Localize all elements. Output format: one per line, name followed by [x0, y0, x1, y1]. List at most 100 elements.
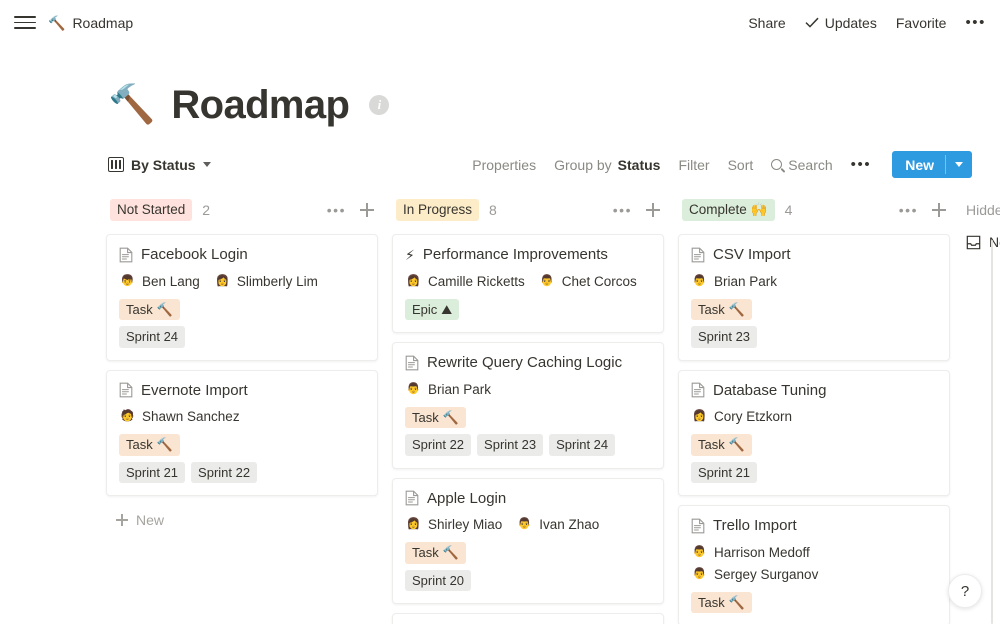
type-tag[interactable]: Task 🔨 [405, 406, 466, 429]
favorite-button[interactable]: Favorite [896, 15, 947, 31]
hamburger-line [14, 16, 36, 18]
hammer-icon[interactable]: 🔨 [108, 86, 155, 124]
type-tag[interactable]: Task 🔨 [691, 591, 752, 614]
board-card[interactable] [392, 613, 664, 624]
card-title: Rewrite Query Caching Logic [427, 354, 623, 372]
hidden-column-item[interactable]: No Status [964, 234, 1000, 250]
assignee[interactable]: 👨 Brian Park [691, 272, 777, 290]
status-label: Not Started [117, 201, 186, 217]
status-badge[interactable]: In Progress [396, 198, 480, 222]
breadcrumb[interactable]: 🔨 Roadmap [48, 15, 133, 31]
assignee[interactable]: 👨 Sergey Surganov [691, 565, 818, 583]
board-card[interactable]: Trello Import 👨 Harrison Medoff 👨 Sergey Sur… [678, 505, 950, 624]
assignee[interactable]: 🧑 Shawn Sanchez [119, 408, 240, 426]
help-button[interactable]: ? [948, 574, 982, 608]
document-icon [691, 247, 705, 263]
sprint-tag[interactable]: Sprint 24 [119, 326, 186, 348]
sort-button[interactable]: Sort [728, 157, 754, 173]
column-add-card-icon[interactable] [360, 203, 374, 217]
assignee-name: Ivan Zhao [539, 517, 600, 533]
card-title: Facebook Login [141, 246, 248, 263]
avatar: 👨 [691, 543, 708, 561]
sprint-tag[interactable]: Sprint 22 [191, 461, 258, 484]
document-icon [691, 518, 705, 534]
type-tag-emoji: ⛰ [441, 301, 453, 317]
sprint-tag[interactable]: Sprint 23 [691, 326, 758, 348]
column-more-options-icon[interactable]: ••• [327, 202, 346, 218]
vertical-scrollbar[interactable] [991, 240, 993, 624]
assignee[interactable]: 👩 Shirley Miao [405, 516, 503, 534]
type-tag[interactable]: Epic ⛰ [405, 298, 460, 321]
board-card[interactable]: CSV Import 👨 Brian Park Task 🔨 Sprint 23 [678, 234, 950, 361]
hamburger-menu-icon[interactable] [14, 12, 36, 34]
share-button[interactable]: Share [748, 15, 785, 31]
column-count: 4 [784, 202, 793, 218]
assignee[interactable]: 👨 Brian Park [405, 380, 491, 398]
assignee[interactable]: 👦 Ben Lang [119, 272, 200, 290]
card-title: Apple Login [427, 489, 507, 507]
board-card[interactable]: Facebook Login 👦 Ben Lang 👩 Slimberly Lim Tas… [106, 234, 378, 361]
add-new-card-button[interactable]: New [106, 505, 378, 528]
view-more-options-icon[interactable]: ••• [851, 157, 872, 172]
type-tag[interactable]: Task 🔨 [119, 298, 180, 321]
sprint-tag[interactable]: Sprint 20 [405, 569, 472, 592]
sprint-tag[interactable]: Sprint 21 [119, 461, 186, 484]
assignee[interactable]: 👨 Chet Corcos [538, 272, 637, 290]
column-add-card-icon[interactable] [932, 203, 946, 217]
assignee[interactable]: 👩 Cory Etzkorn [691, 408, 792, 426]
column-actions: ••• [613, 202, 660, 218]
card-type-tags: Task 🔨 [691, 298, 937, 321]
card-assignees: 👨 Harrison Medoff 👨 Sergey Surganov [691, 543, 937, 583]
updates-button[interactable]: Updates [805, 15, 877, 31]
type-tag[interactable]: Task 🔨 [119, 434, 180, 456]
type-tag-label: Task [412, 409, 439, 425]
page-title[interactable]: Roadmap [171, 83, 350, 127]
assignee[interactable]: 👨 Harrison Medoff [691, 543, 810, 561]
sprint-tag[interactable]: Sprint 23 [477, 434, 544, 456]
properties-button[interactable]: Properties [472, 157, 536, 173]
share-label: Share [748, 14, 786, 31]
more-options-icon[interactable]: ••• [965, 15, 986, 30]
column-add-card-icon[interactable] [646, 203, 660, 217]
filter-button[interactable]: Filter [678, 157, 709, 173]
assignee-name: Camille Ricketts [428, 273, 525, 289]
card-title-row: Rewrite Query Caching Logic [405, 353, 651, 373]
group-by-button[interactable]: Group by Status [554, 157, 660, 173]
assignee-name: Shirley Miao [428, 517, 503, 533]
avatar: 👨 [691, 272, 708, 290]
board-card[interactable]: ⚡ Performance Improvements 👩 Camille Ricket… [392, 234, 664, 334]
column-more-options-icon[interactable]: ••• [613, 202, 632, 218]
assignee[interactable]: 👩 Camille Ricketts [405, 272, 525, 290]
board-card[interactable]: Apple Login 👩 Shirley Miao 👨 Ivan Zhao Task 🔨 S… [392, 477, 664, 605]
sprint-tag[interactable]: Sprint 24 [549, 434, 616, 456]
sprint-tag[interactable]: Sprint 21 [691, 461, 758, 484]
card-sprint-tags: Sprint 22 Sprint 23 Sprint 24 [405, 434, 651, 456]
type-tag-emoji: 🔨 [728, 437, 745, 453]
card-sprint-tags: Sprint 24 [119, 326, 365, 348]
assignee[interactable]: 👩 Slimberly Lim [213, 272, 318, 290]
filter-label: Filter [678, 156, 710, 173]
type-tag-emoji: 🔨 [442, 545, 459, 561]
sprint-tag[interactable]: Sprint 22 [405, 434, 472, 456]
new-button-chevron-down-icon[interactable] [946, 151, 972, 178]
card-sprint-tags: Sprint 23 [691, 326, 937, 348]
board-card[interactable]: Rewrite Query Caching Logic 👨 Brian Park Ta… [392, 342, 664, 469]
avatar: 👩 [405, 516, 422, 534]
assignee-name: Harrison Medoff [714, 544, 810, 560]
view-tab-by-status[interactable]: By Status [108, 157, 211, 173]
hamburger-line [14, 27, 36, 29]
board-card[interactable]: Database Tuning 👩 Cory Etzkorn Task 🔨 Sprint … [678, 369, 950, 497]
info-icon[interactable]: i [369, 95, 390, 115]
card-type-tags: Epic ⛰ [405, 298, 651, 321]
new-button[interactable]: New [892, 151, 972, 178]
board-card[interactable]: Evernote Import 🧑 Shawn Sanchez Task 🔨 Sprint… [106, 369, 378, 497]
type-tag[interactable]: Task 🔨 [691, 434, 752, 456]
column-more-options-icon[interactable]: ••• [899, 202, 918, 218]
type-tag[interactable]: Task 🔨 [691, 298, 752, 321]
assignee[interactable]: 👨 Ivan Zhao [516, 516, 600, 534]
type-tag[interactable]: Task 🔨 [405, 542, 466, 564]
column-header: Not Started 2 ••• [106, 196, 378, 224]
search-button[interactable]: Search [771, 157, 833, 173]
status-badge[interactable]: Not Started [110, 198, 193, 222]
status-badge[interactable]: Complete 🙌 [682, 198, 775, 222]
